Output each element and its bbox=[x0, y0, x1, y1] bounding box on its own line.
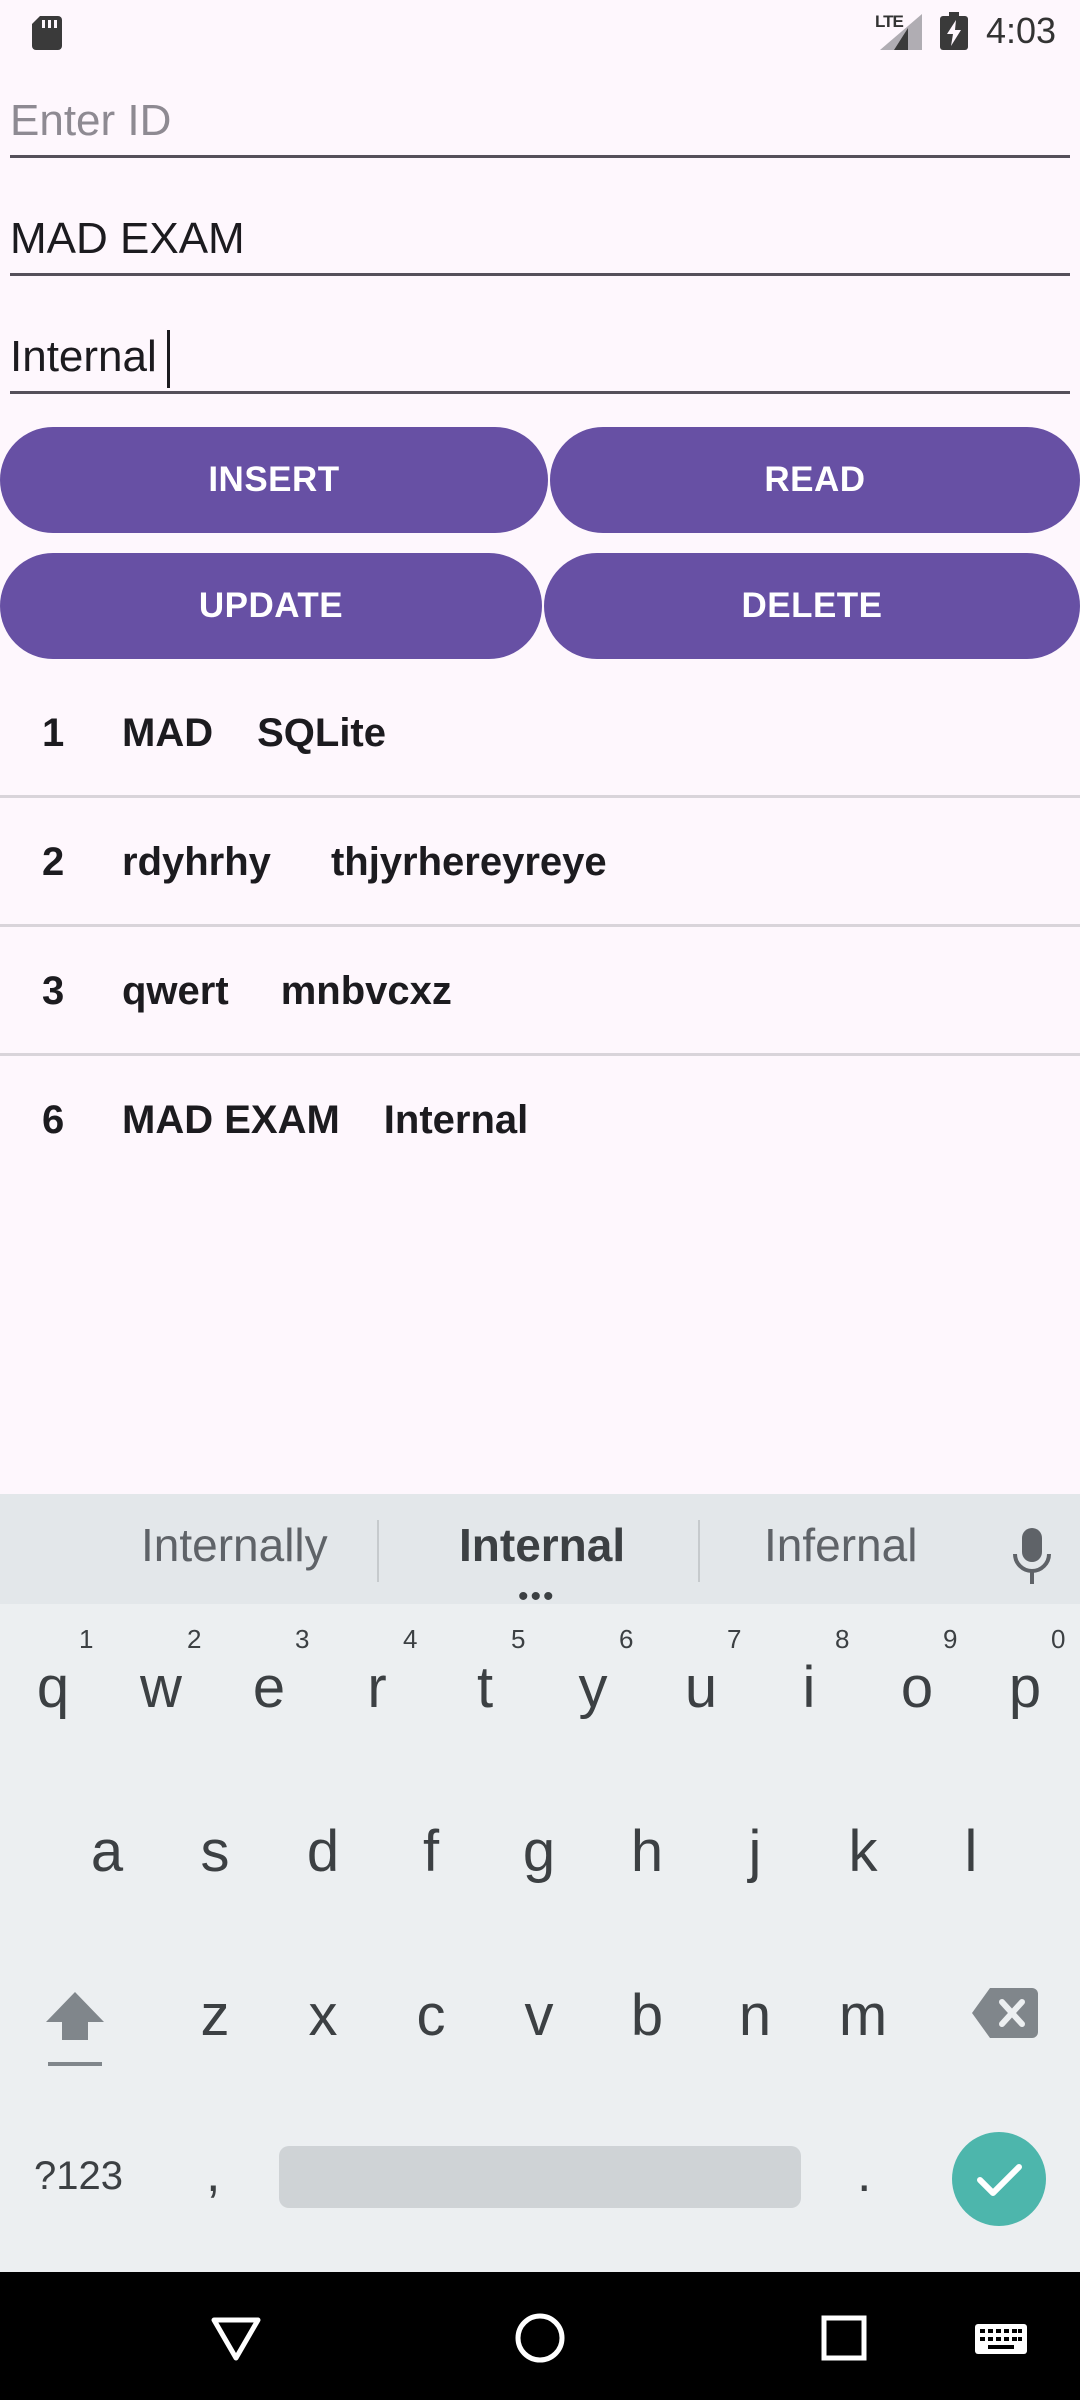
suggestion-divider bbox=[698, 1520, 700, 1582]
record-id: 1 bbox=[42, 711, 65, 755]
delete-button[interactable]: DELETE bbox=[544, 553, 1080, 659]
status-bar: LTE 4:03 bbox=[0, 0, 1080, 64]
name-field-container bbox=[10, 204, 1070, 276]
record-name: rdyhrhy bbox=[122, 840, 271, 884]
suggestion-divider bbox=[377, 1520, 379, 1582]
space-bar[interactable] bbox=[279, 2146, 801, 2208]
keyboard-switch-icon[interactable] bbox=[974, 2310, 1028, 2366]
key-hint: 5 bbox=[511, 1624, 526, 1654]
key-j[interactable]: j bbox=[705, 1796, 805, 1906]
read-button[interactable]: READ bbox=[550, 427, 1080, 533]
key-hint: 2 bbox=[187, 1624, 202, 1654]
sd-card-icon bbox=[32, 16, 62, 50]
insert-button[interactable]: INSERT bbox=[0, 427, 548, 533]
key-m[interactable]: m bbox=[813, 1960, 913, 2070]
key-l[interactable]: l bbox=[921, 1796, 1021, 1906]
key-z[interactable]: z bbox=[165, 1960, 265, 2070]
key-hint: 4 bbox=[403, 1624, 418, 1654]
record-course: SQLite bbox=[257, 711, 386, 755]
more-suggestions-dots: ••• bbox=[518, 1580, 556, 1613]
suggestion-item[interactable]: Infernal bbox=[764, 1518, 917, 1572]
key-b[interactable]: b bbox=[597, 1960, 697, 2070]
record-id: 2 bbox=[42, 840, 65, 884]
comma-key[interactable]: , bbox=[206, 2144, 220, 2204]
key-hint: 0 bbox=[1051, 1624, 1066, 1654]
status-time: 4:03 bbox=[986, 10, 1057, 51]
key-d[interactable]: d bbox=[273, 1796, 373, 1906]
backspace-icon[interactable] bbox=[972, 1988, 1038, 2038]
key-n[interactable]: n bbox=[705, 1960, 805, 2070]
list-item[interactable]: 6 MAD EXAM Internal bbox=[0, 1056, 1080, 1185]
key-k[interactable]: k bbox=[813, 1796, 913, 1906]
key-hint: 6 bbox=[619, 1624, 634, 1654]
microphone-icon[interactable] bbox=[1012, 1528, 1052, 1584]
signal-icon bbox=[880, 14, 922, 50]
key-c[interactable]: c bbox=[381, 1960, 481, 2070]
shift-icon[interactable] bbox=[44, 1988, 106, 2068]
record-id: 3 bbox=[42, 969, 65, 1013]
key-hint: 9 bbox=[943, 1624, 958, 1654]
enter-key[interactable] bbox=[952, 2132, 1046, 2226]
soft-keyboard: Internally Internal ••• Infernal q w e r… bbox=[0, 1494, 1080, 2272]
list-item[interactable]: 3 qwert mnbvcxz bbox=[0, 927, 1080, 1056]
record-course: thjyrhereyreye bbox=[330, 840, 607, 884]
key-x[interactable]: x bbox=[273, 1960, 373, 2070]
suggestion-strip: Internally Internal ••• Infernal bbox=[0, 1494, 1080, 1613]
key-h[interactable]: h bbox=[597, 1796, 697, 1906]
key-g[interactable]: g bbox=[489, 1796, 589, 1906]
record-name: qwert bbox=[122, 969, 229, 1013]
checkmark-icon bbox=[977, 2164, 1022, 2196]
battery-charging-icon bbox=[940, 12, 968, 50]
recents-icon[interactable] bbox=[816, 2310, 872, 2366]
course-field-container bbox=[10, 322, 1070, 394]
record-id: 6 bbox=[42, 1098, 65, 1142]
symbols-key[interactable]: ?123 bbox=[34, 2154, 123, 2199]
key-hint: 3 bbox=[295, 1624, 310, 1654]
record-course: Internal bbox=[383, 1098, 529, 1142]
suggestion-item[interactable]: Internally bbox=[141, 1518, 328, 1572]
key-s[interactable]: s bbox=[165, 1796, 265, 1906]
home-icon[interactable] bbox=[512, 2310, 568, 2366]
suggestion-item-primary[interactable]: Internal bbox=[459, 1518, 625, 1572]
key-hint: 7 bbox=[727, 1624, 742, 1654]
back-icon[interactable] bbox=[208, 2310, 264, 2366]
id-input[interactable] bbox=[10, 86, 1070, 155]
record-name: MAD EXAM bbox=[122, 1098, 340, 1142]
update-button[interactable]: UPDATE bbox=[0, 553, 542, 659]
key-a[interactable]: a bbox=[57, 1796, 157, 1906]
name-input[interactable] bbox=[10, 204, 1070, 273]
key-hint: 1 bbox=[79, 1624, 94, 1654]
system-nav-bar bbox=[0, 2272, 1080, 2400]
key-hint: 8 bbox=[835, 1624, 850, 1654]
key-f[interactable]: f bbox=[381, 1796, 481, 1906]
record-course: mnbvcxz bbox=[280, 969, 452, 1013]
list-item[interactable]: 2 rdyhrhy thjyrhereyreye bbox=[0, 798, 1080, 927]
record-name: MAD bbox=[122, 711, 214, 755]
period-key[interactable]: . bbox=[857, 2144, 871, 2204]
list-item[interactable]: 1 MAD SQLite bbox=[0, 669, 1080, 798]
key-v[interactable]: v bbox=[489, 1960, 589, 2070]
id-field-container bbox=[10, 86, 1070, 158]
text-cursor bbox=[167, 330, 170, 388]
